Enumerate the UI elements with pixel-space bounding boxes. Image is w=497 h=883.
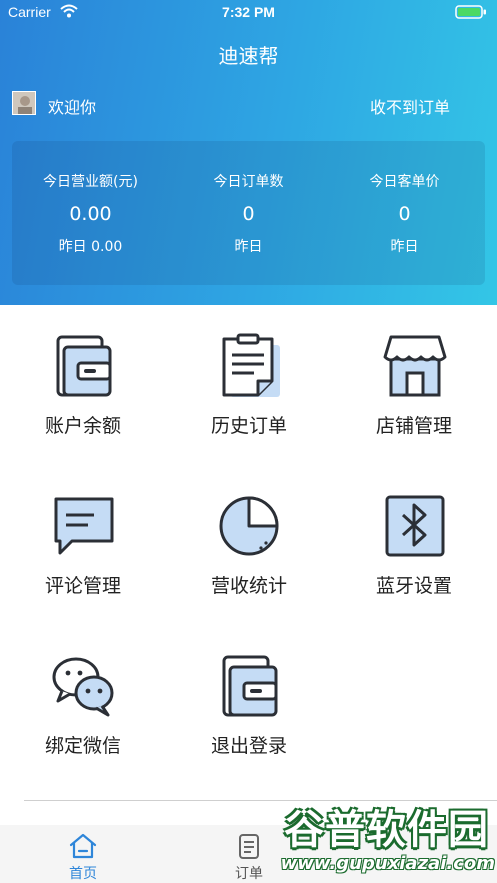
menu-comment-management[interactable]: 评论管理 <box>0 465 166 615</box>
menu-label: 绑定微信 <box>44 735 121 757</box>
stat-yesterday: 昨日 0.00 <box>58 239 123 255</box>
avatar[interactable] <box>12 91 36 115</box>
menu-label: 评论管理 <box>44 575 121 597</box>
stat-yesterday: 昨日 <box>234 239 263 255</box>
pie-chart-icon <box>219 496 279 556</box>
menu-account-balance[interactable]: 账户余额 <box>0 305 166 455</box>
menu-label: 账户余额 <box>44 415 121 437</box>
header-banner: Carrier 7:32 PM 迪速帮 欢迎你 收不到订单 今日营业额(元) 0… <box>0 0 497 305</box>
menu-label: 营收统计 <box>210 575 287 597</box>
no-orders-link[interactable]: 收不到订单 <box>370 94 450 118</box>
status-bar: Carrier 7:32 PM <box>0 0 497 26</box>
battery-icon <box>455 5 486 19</box>
welcome-text: 欢迎你 <box>48 98 97 117</box>
wallet-icon <box>56 335 112 397</box>
stat-label: 今日客单价 <box>369 174 440 190</box>
stat-yesterday: 昨日 <box>390 239 419 255</box>
tab-label: 首页 <box>69 866 97 882</box>
logout-wallet-icon <box>222 655 278 717</box>
app-title: 迪速帮 <box>218 44 279 68</box>
status-time: 7:32 PM <box>222 4 275 20</box>
clipboard-list-icon <box>222 333 280 397</box>
bluetooth-icon <box>385 495 445 557</box>
menu-revenue-stats[interactable]: 营收统计 <box>166 465 332 615</box>
menu-label: 历史订单 <box>210 415 287 437</box>
menu-label: 店铺管理 <box>375 415 452 437</box>
stat-value: 0.00 <box>69 203 112 225</box>
menu-bind-wechat[interactable]: 绑定微信 <box>0 625 166 775</box>
menu-history-orders[interactable]: 历史订单 <box>166 305 332 455</box>
tab-home[interactable]: 首页 <box>0 825 166 883</box>
home-icon <box>69 833 97 859</box>
menu-label: 退出登录 <box>210 735 287 757</box>
storefront-icon <box>383 335 447 397</box>
stat-label: 今日营业额(元) <box>43 174 138 190</box>
stat-label: 今日订单数 <box>213 174 284 190</box>
watermark-title: 谷普软件园 <box>284 807 489 853</box>
comment-bubble-icon <box>54 497 114 555</box>
menu-bluetooth-settings[interactable]: 蓝牙设置 <box>331 465 497 615</box>
menu-store-management[interactable]: 店铺管理 <box>331 305 497 455</box>
stat-value: 0 <box>398 203 411 225</box>
order-icon <box>239 834 259 859</box>
stats-card: 今日营业额(元) 0.00 昨日 0.00 今日订单数 0 昨日 今日客单价 0… <box>12 141 485 285</box>
menu-label: 蓝牙设置 <box>375 575 452 597</box>
menu-logout[interactable]: 退出登录 <box>166 625 332 775</box>
wechat-icon <box>52 657 114 717</box>
watermark: 谷普软件园 www.gupuxiazai.com <box>275 797 497 883</box>
menu-grid: 账户余额 历史订单 店铺管理 评论管理 营收统计 蓝牙设置 绑定微信 退出登录 <box>0 305 497 800</box>
watermark-url: www.gupuxiazai.com <box>280 853 495 874</box>
stat-value: 0 <box>242 203 255 225</box>
avatar-image <box>13 92 35 114</box>
